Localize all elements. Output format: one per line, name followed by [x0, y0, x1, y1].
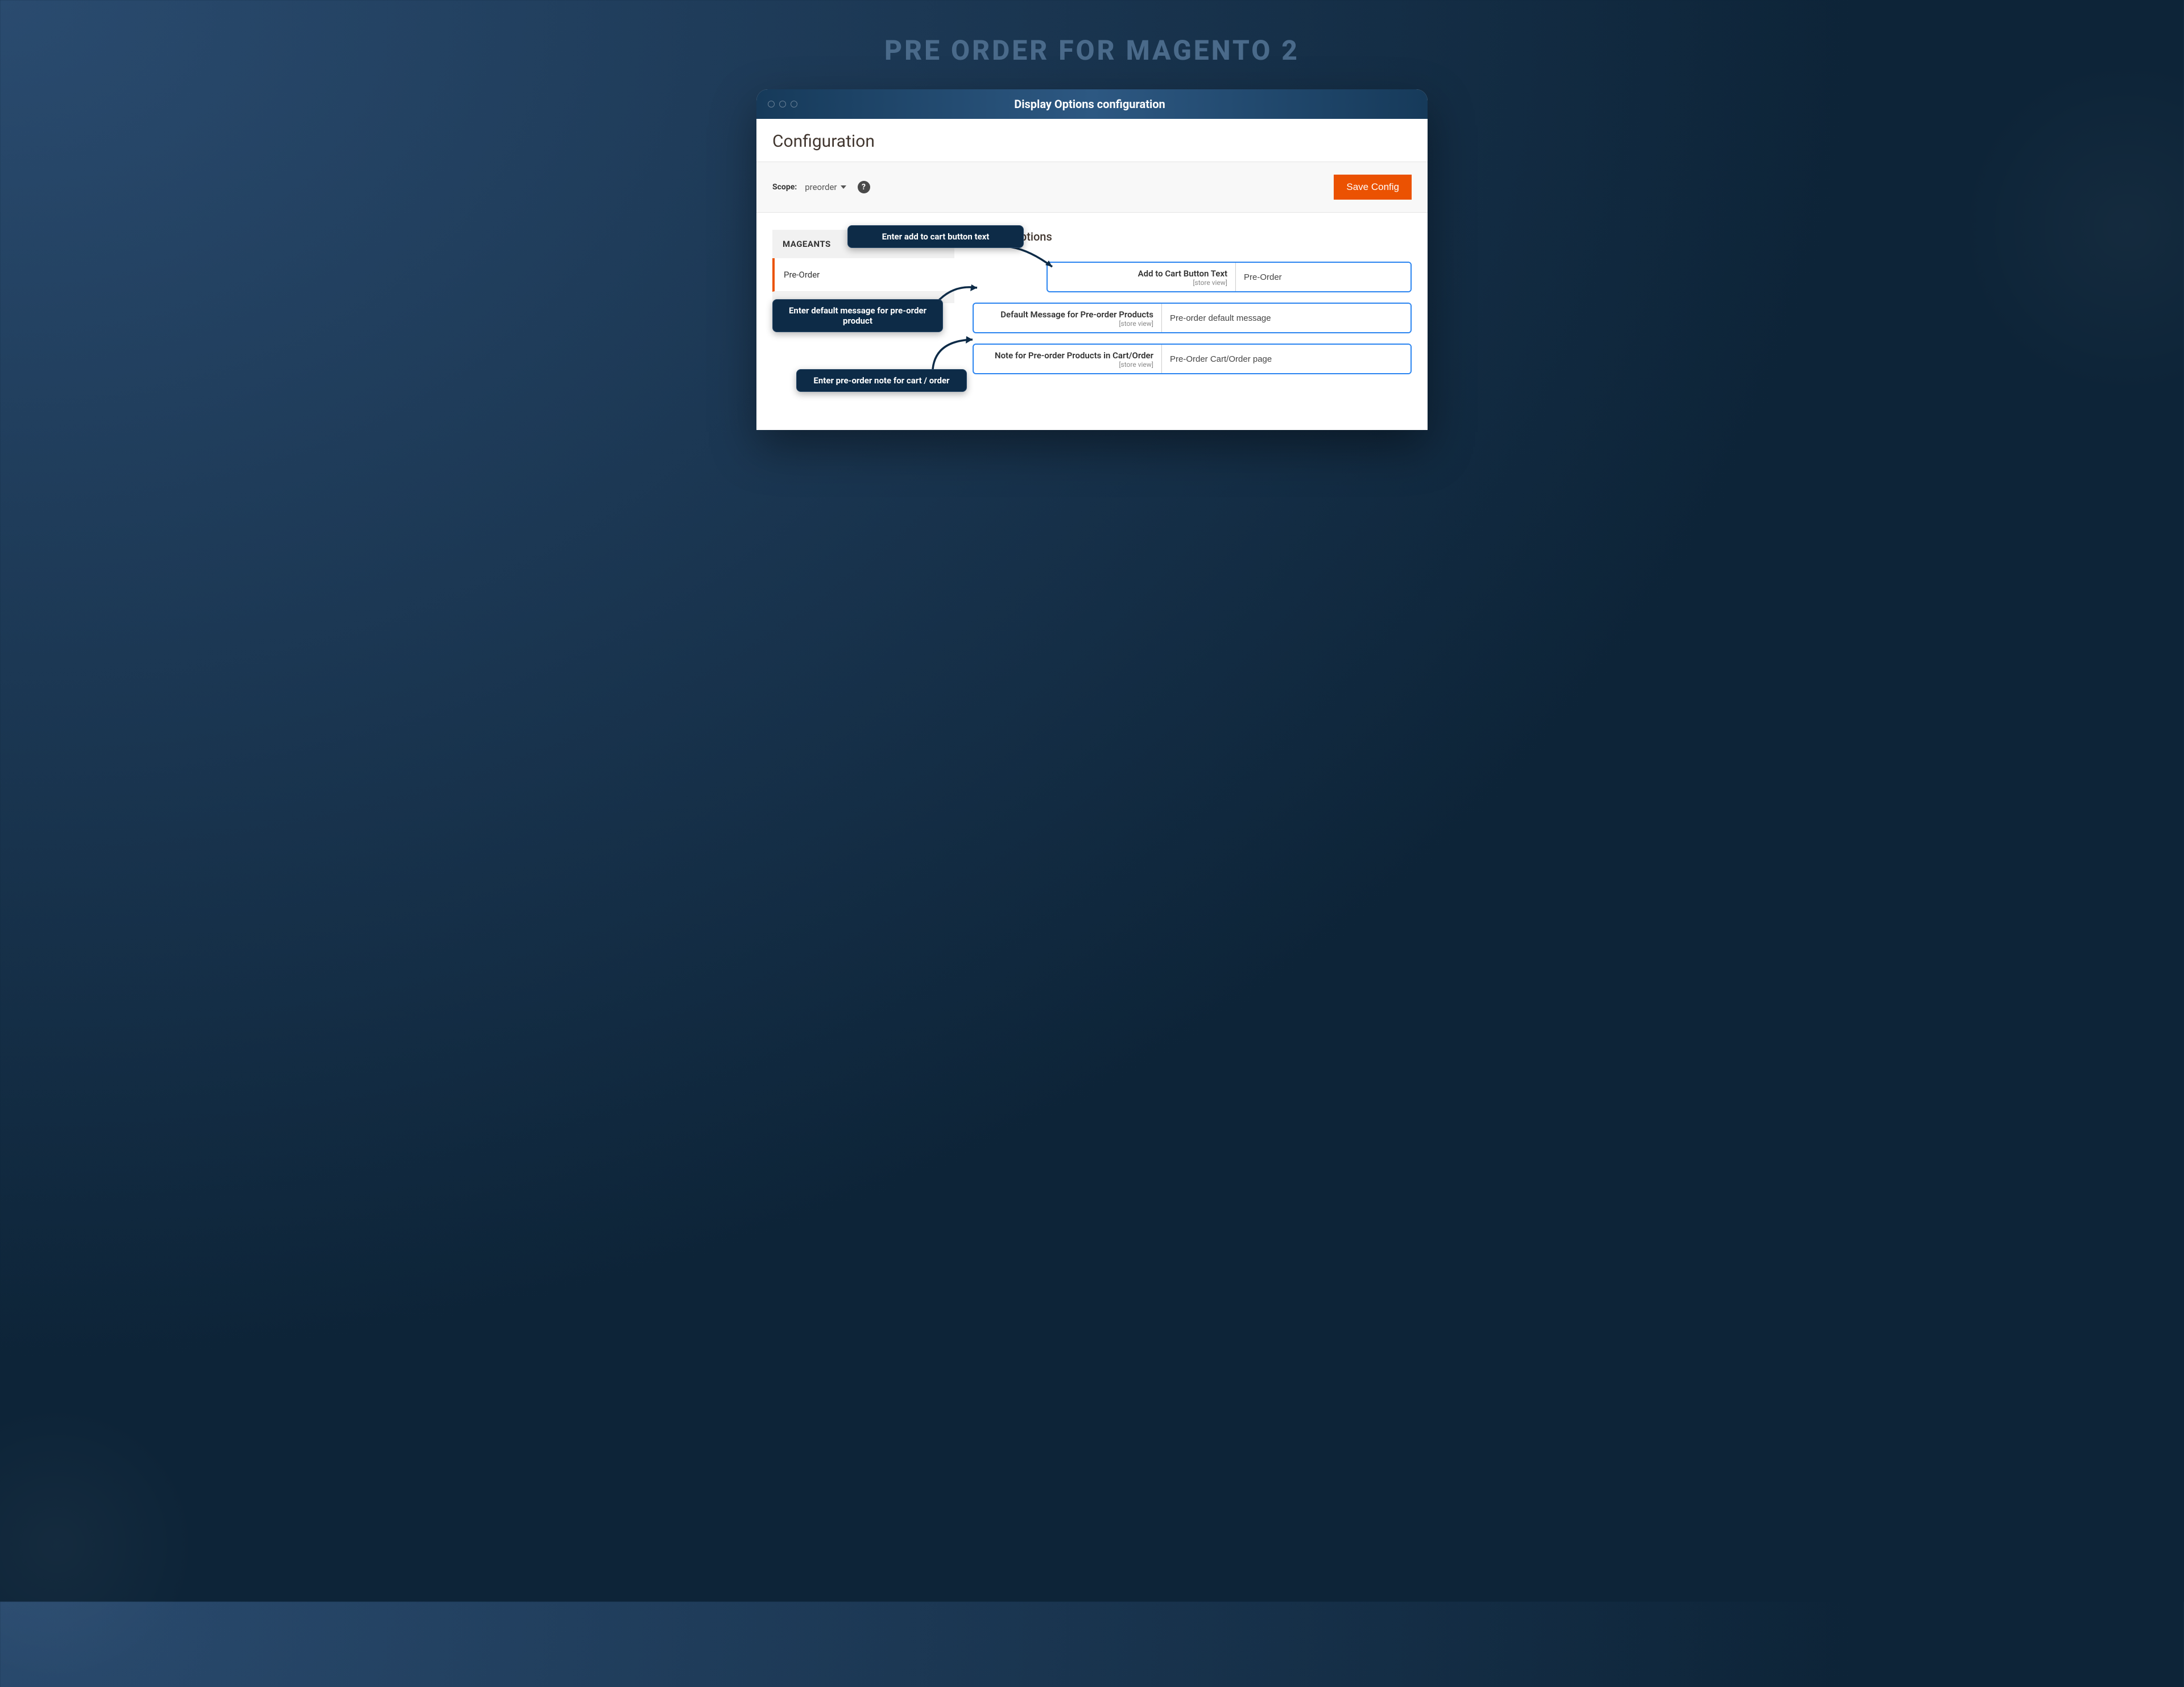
field-scope: [store view] — [1193, 279, 1227, 287]
scope-value: preorder — [805, 182, 837, 192]
field-label: Default Message for Pre-order Products — [1000, 309, 1153, 320]
sidebar-section-label: MAGEANTS — [783, 239, 831, 249]
browser-window: Display Options configuration Configurat… — [756, 89, 1428, 430]
callout-cart-note: Enter pre-order note for cart / order — [796, 369, 967, 392]
field-scope: [store view] — [1119, 361, 1153, 369]
hero-title: PRE ORDER FOR MAGENTO 2 — [11, 34, 2173, 67]
add-to-cart-text-input[interactable] — [1235, 263, 1410, 291]
field-scope: [store view] — [1119, 320, 1153, 328]
section-heading: Display Options — [973, 230, 1412, 243]
field-default-message: Default Message for Pre-order Products [… — [973, 303, 1412, 333]
scope-select[interactable]: preorder — [805, 182, 846, 192]
help-icon[interactable]: ? — [858, 181, 870, 193]
field-label: Note for Pre-order Products in Cart/Orde… — [995, 350, 1153, 361]
window-titlebar: Display Options configuration — [756, 89, 1428, 119]
field-add-to-cart-text: Add to Cart Button Text [store view] — [1046, 262, 1412, 292]
config-toolbar: Scope: preorder ? Save Config — [756, 162, 1428, 213]
field-label: Add to Cart Button Text — [1138, 268, 1227, 279]
save-config-button[interactable]: Save Config — [1334, 175, 1412, 200]
default-message-input[interactable] — [1161, 304, 1410, 332]
field-cart-note: Note for Pre-order Products in Cart/Orde… — [973, 344, 1412, 374]
scope-label: Scope: — [772, 183, 797, 192]
callout-default-message: Enter default message for pre-order prod… — [772, 299, 943, 332]
page-title: Configuration — [756, 119, 1428, 162]
sidebar-item-preorder[interactable]: Pre-Order — [772, 258, 954, 292]
caret-down-icon — [841, 185, 846, 189]
arrow-icon — [1007, 244, 1064, 278]
window-title: Display Options configuration — [763, 97, 1416, 111]
callout-add-to-cart: Enter add to cart button text — [847, 225, 1024, 248]
cart-note-input[interactable] — [1161, 345, 1410, 373]
